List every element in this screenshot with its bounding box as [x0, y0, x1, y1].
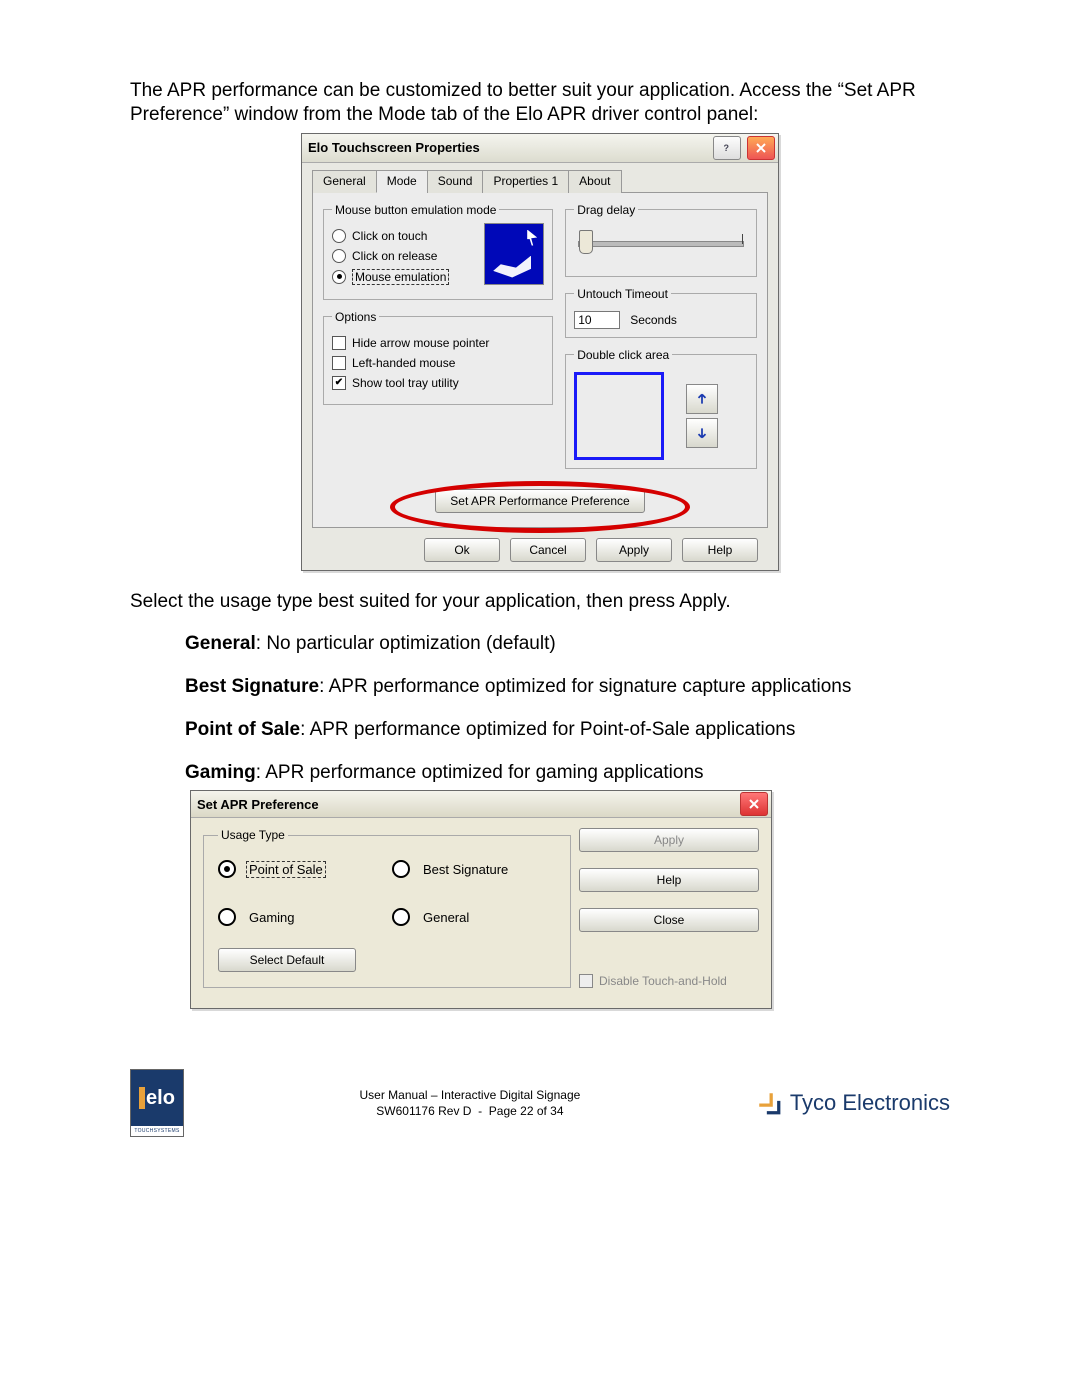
- cancel-button[interactable]: Cancel: [510, 538, 586, 562]
- svg-text:?: ?: [724, 143, 730, 153]
- double-click-area-group: Double click area: [565, 348, 757, 469]
- intro-paragraph: The APR performance can be customized to…: [130, 79, 950, 127]
- best-signature-label: Best Signature: [185, 676, 319, 697]
- tab-properties1[interactable]: Properties 1: [482, 170, 569, 193]
- close-button[interactable]: [747, 136, 775, 160]
- radio-point-of-sale-label: Point of Sale: [246, 861, 326, 878]
- select-default-button[interactable]: Select Default: [218, 948, 356, 972]
- ok-button[interactable]: Ok: [424, 538, 500, 562]
- tyco-logo: Tyco Electronics: [756, 1090, 950, 1116]
- elo-logo: elo TOUCHSYSTEMS: [130, 1069, 184, 1137]
- tab-general[interactable]: General: [312, 170, 377, 193]
- mouse-emulation-group: Mouse button emulation mode Click on tou…: [323, 203, 553, 300]
- help-button[interactable]: ?: [713, 136, 741, 160]
- radio-click-on-release-label: Click on release: [352, 249, 437, 263]
- check-hide-pointer-label: Hide arrow mouse pointer: [352, 336, 489, 350]
- radio-click-on-touch[interactable]: Click on touch: [332, 229, 476, 243]
- best-signature-line: Best Signature: APR performance optimize…: [130, 675, 950, 699]
- close-button-bottom[interactable]: Close: [579, 908, 759, 932]
- usage-type-group: Usage Type Point of Sale Best Signature …: [203, 828, 571, 988]
- decrease-area-button[interactable]: [686, 418, 718, 448]
- set-apr-preference-window: Set APR Preference Usage Type Point of S…: [190, 790, 772, 1009]
- checkbox-icon: [579, 974, 593, 988]
- elo-touchscreen-properties-window: Elo Touchscreen Properties ? General Mod…: [301, 133, 779, 571]
- disable-touch-hold-check[interactable]: Disable Touch-and-Hold: [579, 974, 759, 988]
- page-footer: elo TOUCHSYSTEMS User Manual – Interacti…: [130, 1069, 950, 1137]
- cursor-preview-icon: [484, 223, 544, 285]
- general-desc: : No particular optimization (default): [256, 633, 556, 654]
- tyco-logo-text: Tyco Electronics: [790, 1090, 950, 1116]
- tab-about[interactable]: About: [568, 170, 621, 193]
- highlight-ellipse: [390, 481, 690, 533]
- gaming-desc: : APR performance optimized for gaming a…: [256, 762, 704, 783]
- untouch-timeout-input[interactable]: [574, 311, 620, 329]
- radio-click-on-release[interactable]: Click on release: [332, 249, 476, 263]
- untouch-timeout-unit: Seconds: [630, 313, 677, 327]
- titlebar: Elo Touchscreen Properties ?: [302, 134, 778, 163]
- options-group: Options Hide arrow mouse pointer Left-ha…: [323, 310, 553, 405]
- usage-type-legend: Usage Type: [218, 828, 288, 842]
- elo-logo-sub: TOUCHSYSTEMS: [131, 1126, 183, 1136]
- help-button[interactable]: Help: [579, 868, 759, 892]
- apply-button[interactable]: Apply: [596, 538, 672, 562]
- window-title: Set APR Preference: [197, 797, 740, 812]
- help-button-bottom[interactable]: Help: [682, 538, 758, 562]
- dialog-button-row: Ok Cancel Apply Help: [312, 528, 768, 562]
- select-usage-paragraph: Select the usage type best suited for yo…: [130, 590, 950, 614]
- tyco-mark-icon: [756, 1090, 782, 1116]
- point-of-sale-line: Point of Sale: APR performance optimized…: [130, 718, 950, 742]
- radio-gaming-label: Gaming: [246, 909, 298, 926]
- radio-mouse-emulation[interactable]: Mouse emulation: [332, 269, 476, 285]
- point-of-sale-label: Point of Sale: [185, 719, 300, 740]
- untouch-timeout-group: Untouch Timeout Seconds: [565, 287, 757, 338]
- mouse-emulation-legend: Mouse button emulation mode: [332, 203, 499, 217]
- drag-delay-slider[interactable]: [578, 241, 744, 247]
- apply-button[interactable]: Apply: [579, 828, 759, 852]
- window-title: Elo Touchscreen Properties: [308, 140, 710, 155]
- titlebar: Set APR Preference: [191, 791, 771, 818]
- increase-area-button[interactable]: [686, 384, 718, 414]
- check-left-handed-label: Left-handed mouse: [352, 356, 455, 370]
- gaming-label: Gaming: [185, 762, 256, 783]
- footer-text: User Manual – Interactive Digital Signag…: [360, 1087, 581, 1119]
- footer-doc-id: SW601176 Rev D: [376, 1104, 471, 1118]
- best-signature-desc: : APR performance optimized for signatur…: [319, 676, 851, 697]
- radio-gaming[interactable]: Gaming: [218, 908, 382, 926]
- radio-best-signature-label: Best Signature: [420, 861, 511, 878]
- slider-tick: [742, 234, 743, 244]
- point-of-sale-desc: : APR performance optimized for Point-of…: [300, 719, 795, 740]
- drag-delay-group: Drag delay: [565, 203, 757, 277]
- slider-thumb[interactable]: [579, 230, 593, 254]
- general-line: General: No particular optimization (def…: [130, 632, 950, 656]
- double-click-box: [574, 372, 664, 460]
- radio-best-signature[interactable]: Best Signature: [392, 860, 556, 878]
- radio-general-label: General: [420, 909, 472, 926]
- footer-line1: User Manual – Interactive Digital Signag…: [360, 1087, 581, 1103]
- radio-general[interactable]: General: [392, 908, 556, 926]
- radio-point-of-sale[interactable]: Point of Sale: [218, 860, 382, 878]
- drag-delay-legend: Drag delay: [574, 203, 638, 217]
- check-left-handed[interactable]: Left-handed mouse: [332, 356, 544, 370]
- tab-sound[interactable]: Sound: [427, 170, 484, 193]
- close-button[interactable]: [740, 792, 768, 816]
- tab-bar: General Mode Sound Properties 1 About: [312, 169, 768, 193]
- check-hide-pointer[interactable]: Hide arrow mouse pointer: [332, 336, 544, 350]
- disable-touch-hold-label: Disable Touch-and-Hold: [599, 974, 727, 988]
- gaming-line: Gaming: APR performance optimized for ga…: [130, 761, 950, 785]
- footer-page-number: Page 22 of 34: [489, 1104, 564, 1118]
- tab-mode[interactable]: Mode: [376, 170, 428, 193]
- general-label: General: [185, 633, 256, 654]
- untouch-timeout-legend: Untouch Timeout: [574, 287, 671, 301]
- options-legend: Options: [332, 310, 379, 324]
- check-tool-tray[interactable]: Show tool tray utility: [332, 376, 544, 390]
- radio-click-on-touch-label: Click on touch: [352, 229, 427, 243]
- check-tool-tray-label: Show tool tray utility: [352, 376, 459, 390]
- double-click-area-legend: Double click area: [574, 348, 672, 362]
- radio-mouse-emulation-label: Mouse emulation: [352, 269, 449, 285]
